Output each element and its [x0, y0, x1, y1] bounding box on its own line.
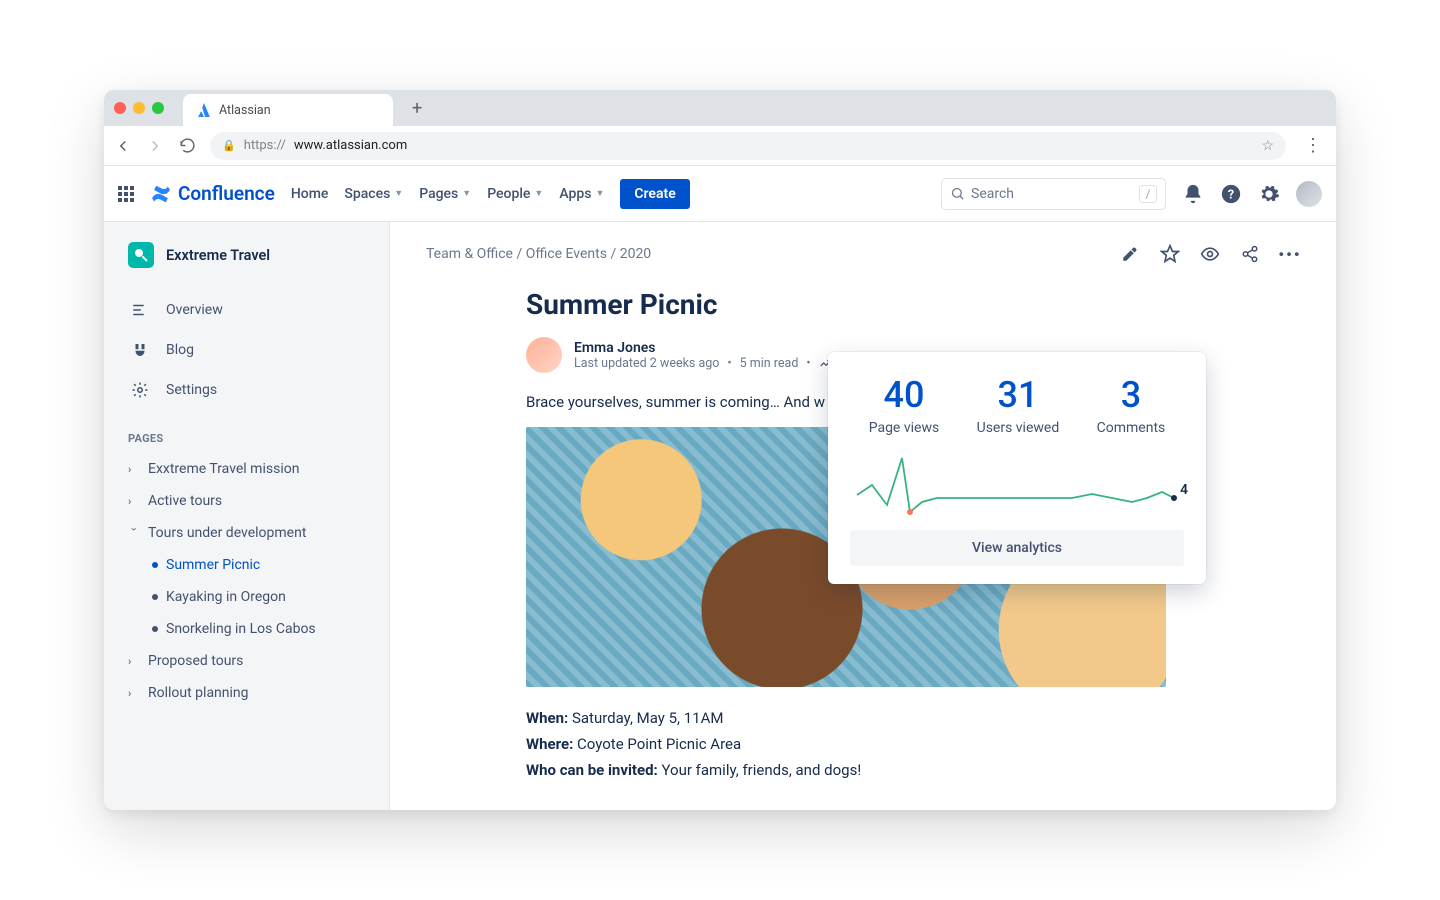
tree-mission[interactable]: ›Exxtreme Travel mission	[128, 453, 375, 485]
bullet-icon	[152, 594, 158, 600]
main-content: Team & Office / Office Events / 2020 •••…	[390, 222, 1336, 810]
tree-summer-picnic[interactable]: Summer Picnic	[128, 549, 375, 581]
crumb-year[interactable]: 2020	[620, 246, 651, 262]
when-row: When: Saturday, May 5, 11AM	[526, 709, 1186, 727]
tree-kayaking[interactable]: Kayaking in Oregon	[128, 581, 375, 613]
star-icon[interactable]: ☆	[1261, 138, 1274, 154]
tree-tours-development[interactable]: ›Tours under development	[128, 517, 375, 549]
search-icon	[950, 186, 965, 201]
author-avatar[interactable]	[526, 337, 562, 373]
gear-icon	[130, 380, 150, 400]
stat-comments: 3 Comments	[1097, 374, 1166, 436]
chevron-down-icon: ▼	[462, 188, 471, 199]
watch-icon[interactable]	[1200, 244, 1220, 264]
edit-icon[interactable]	[1120, 244, 1140, 264]
help-icon[interactable]: ?	[1220, 183, 1242, 205]
tree-snorkeling[interactable]: Snorkeling in Los Cabos	[128, 613, 375, 645]
nav-spaces[interactable]: Spaces▼	[344, 186, 403, 202]
nav-pages[interactable]: Pages▼	[419, 186, 471, 202]
sidebar-blog[interactable]: Blog	[128, 330, 375, 370]
window-close-dot[interactable]	[114, 102, 126, 114]
space-name: Exxtreme Travel	[166, 247, 270, 264]
product-logo[interactable]: Confluence	[150, 182, 275, 205]
app-switcher-icon[interactable]	[118, 186, 134, 202]
chevron-right-icon: ›	[128, 687, 140, 700]
search-placeholder: Search	[971, 186, 1014, 202]
tree-rollout[interactable]: ›Rollout planning	[128, 677, 375, 709]
space-icon	[128, 242, 154, 268]
chevron-down-icon: ▼	[394, 188, 403, 199]
tree-proposed-tours[interactable]: ›Proposed tours	[128, 645, 375, 677]
user-avatar[interactable]	[1296, 181, 1322, 207]
url-host: www.atlassian.com	[294, 138, 407, 153]
tab-title: Atlassian	[219, 103, 271, 118]
chevron-down-icon: ▼	[534, 188, 543, 199]
app-header: Confluence Home Spaces▼ Pages▼ People▼ A…	[104, 166, 1336, 222]
sidebar-settings[interactable]: Settings	[128, 370, 375, 410]
blog-icon	[130, 340, 150, 360]
nav-apps[interactable]: Apps▼	[559, 186, 604, 202]
chevron-right-icon: ›	[128, 655, 140, 668]
bullet-icon	[152, 626, 158, 632]
window-min-dot[interactable]	[133, 102, 145, 114]
create-button[interactable]: Create	[620, 179, 689, 209]
new-tab-button[interactable]: +	[412, 98, 422, 119]
share-icon[interactable]	[1240, 244, 1260, 264]
tree-active-tours[interactable]: ›Active tours	[128, 485, 375, 517]
sidebar-overview[interactable]: Overview	[128, 290, 375, 330]
sidebar: Exxtreme Travel Overview Blog Settings P…	[104, 222, 390, 810]
overview-icon	[130, 300, 150, 320]
forward-icon	[146, 137, 164, 155]
crumb-office-events[interactable]: Office Events	[526, 246, 607, 262]
star-icon[interactable]	[1160, 244, 1180, 264]
confluence-icon	[150, 183, 172, 205]
search-input[interactable]: Search /	[941, 178, 1166, 210]
more-icon[interactable]: •••	[1280, 244, 1300, 264]
read-time: 5 min read	[740, 356, 799, 371]
bullet-icon	[152, 562, 158, 568]
settings-icon[interactable]	[1258, 183, 1280, 205]
lock-icon: 🔒	[222, 139, 236, 152]
browser-chrome: Atlassian + 🔒 https:// www.atlassian.com…	[104, 90, 1336, 166]
nav-people[interactable]: People▼	[487, 186, 543, 202]
chevron-down-icon: ▼	[595, 188, 604, 199]
view-analytics-button[interactable]: View analytics	[850, 530, 1184, 566]
crumb-team-office[interactable]: Team & Office	[426, 246, 513, 262]
last-updated: Last updated 2 weeks ago	[574, 356, 719, 371]
sparkline-chart: 4	[850, 450, 1184, 520]
who-row: Who can be invited: Your family, friends…	[526, 761, 1186, 779]
stat-page-views: 40 Page views	[869, 374, 940, 436]
chevron-right-icon: ›	[128, 495, 140, 508]
analytics-popover: 40 Page views 31 Users viewed 3 Comments	[828, 352, 1206, 584]
where-row: Where: Coyote Point Picnic Area	[526, 735, 1186, 753]
window-max-dot[interactable]	[152, 102, 164, 114]
breadcrumb: Team & Office / Office Events / 2020	[426, 246, 651, 262]
search-shortcut: /	[1139, 185, 1157, 203]
chevron-right-icon: ›	[128, 463, 140, 476]
browser-tab[interactable]: Atlassian	[183, 94, 393, 126]
back-icon[interactable]	[114, 137, 132, 155]
browser-menu-icon[interactable]: ⋮	[1300, 135, 1326, 156]
url-proto: https://	[244, 138, 286, 153]
sparkline-end-value: 4	[1180, 482, 1188, 498]
page-title: Summer Picnic	[526, 288, 1186, 321]
pages-section-label: PAGES	[128, 432, 375, 445]
product-name: Confluence	[178, 182, 275, 205]
nav-home[interactable]: Home	[291, 186, 329, 202]
space-header[interactable]: Exxtreme Travel	[128, 242, 375, 268]
notifications-icon[interactable]	[1182, 183, 1204, 205]
svg-text:?: ?	[1228, 187, 1234, 202]
reload-icon[interactable]	[178, 137, 196, 155]
address-bar[interactable]: 🔒 https:// www.atlassian.com ☆	[210, 132, 1286, 160]
chevron-down-icon: ›	[128, 527, 141, 539]
stat-users-viewed: 31 Users viewed	[977, 374, 1060, 436]
atlassian-icon	[197, 103, 211, 117]
